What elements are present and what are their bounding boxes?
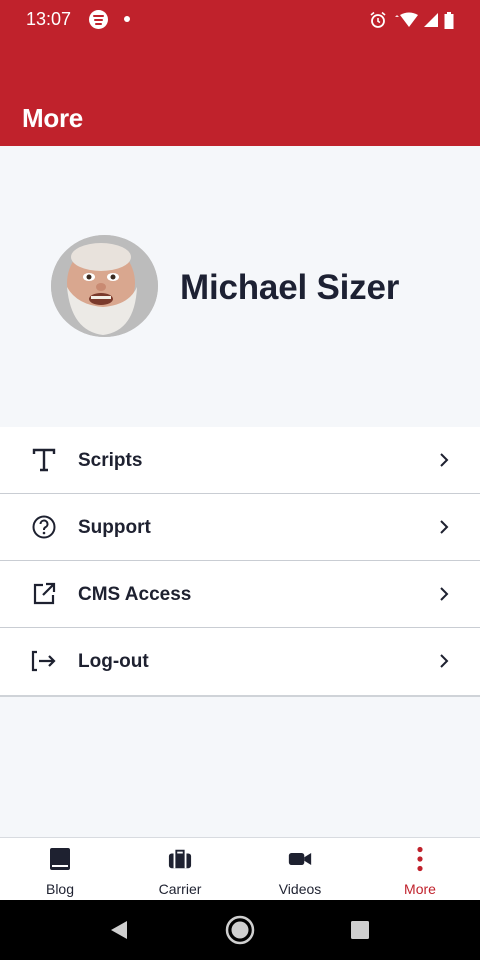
- external-link-icon: [30, 581, 58, 607]
- briefcase-icon: [168, 847, 192, 871]
- menu-item-logout[interactable]: Log-out: [0, 628, 480, 697]
- chevron-right-icon: [440, 654, 449, 668]
- profile-name: Michael Sizer: [180, 268, 400, 307]
- tab-blog[interactable]: Blog: [0, 838, 120, 900]
- avatar: [51, 235, 158, 337]
- page-title: More: [22, 103, 83, 133]
- menu-item-label: Log-out: [78, 651, 149, 672]
- chevron-right-icon: [440, 453, 449, 467]
- help-circle-icon: [30, 514, 58, 540]
- alarm-icon: [370, 11, 386, 28]
- menu-item-label: Scripts: [78, 450, 143, 471]
- menu-item-scripts[interactable]: Scripts: [0, 427, 480, 494]
- recents-icon[interactable]: [350, 920, 370, 940]
- chevron-right-icon: [440, 587, 449, 601]
- tab-more[interactable]: More: [360, 838, 480, 900]
- logout-icon: [30, 648, 58, 674]
- tab-label: Carrier: [158, 881, 202, 897]
- bottom-tab-bar: Blog Carrier Videos More: [0, 837, 480, 900]
- status-bar: 13:07: [0, 0, 480, 40]
- menu-item-label: CMS Access: [78, 584, 192, 605]
- tab-label: Blog: [45, 881, 75, 897]
- menu-list: Scripts Support CMS Access Log-out: [0, 427, 480, 697]
- menu-item-support[interactable]: Support: [0, 494, 480, 561]
- menu-item-label: Support: [78, 517, 151, 538]
- status-icons: [369, 10, 454, 30]
- text-icon: [30, 447, 58, 473]
- menu-item-cms-access[interactable]: CMS Access: [0, 561, 480, 628]
- system-nav-bar: [0, 900, 480, 960]
- spotify-icon: [89, 10, 108, 29]
- profile-section: Michael Sizer: [0, 146, 480, 427]
- video-camera-icon: [288, 847, 312, 871]
- tab-label: Videos: [278, 881, 322, 897]
- app-bar: More: [0, 40, 480, 146]
- tab-carrier[interactable]: Carrier: [120, 838, 240, 900]
- status-time: 13:07: [26, 9, 72, 29]
- notification-dot-icon: [124, 16, 130, 22]
- more-vertical-icon: [408, 846, 432, 872]
- back-icon[interactable]: [108, 919, 130, 941]
- wifi-icon: [395, 12, 418, 27]
- battery-icon: [444, 11, 454, 29]
- book-icon: [48, 847, 72, 871]
- tab-videos[interactable]: Videos: [240, 838, 360, 900]
- cell-signal-icon: [424, 13, 438, 27]
- home-icon[interactable]: [224, 914, 256, 946]
- tab-label: More: [404, 881, 436, 897]
- chevron-right-icon: [440, 520, 449, 534]
